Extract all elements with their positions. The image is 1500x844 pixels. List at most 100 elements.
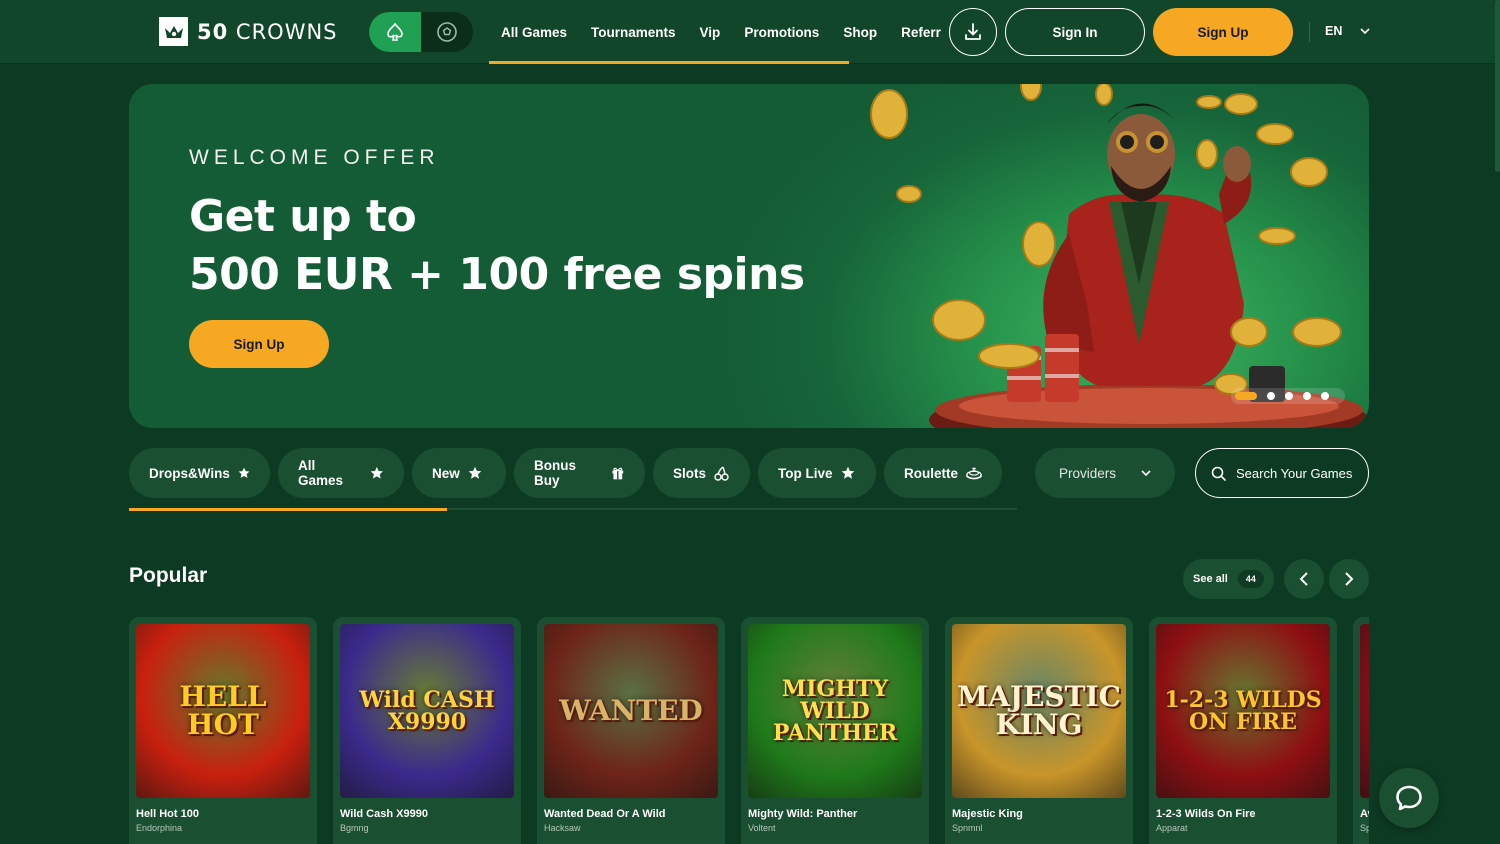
game-provider: Spnmnl (952, 823, 983, 833)
game-search-field[interactable]: Search Your Games (1195, 448, 1369, 498)
logo[interactable]: 50 CROWNS (159, 17, 338, 46)
tab-new[interactable]: New (412, 448, 506, 498)
sign-up-button[interactable]: Sign Up (1153, 8, 1293, 56)
tab-top-live[interactable]: Top Live (758, 448, 876, 498)
tab-label: All Games (298, 458, 344, 488)
banner-title-line-1: Get up to (189, 191, 417, 242)
game-card[interactable]: WANTED Wanted Dead Or A Wild Hacksaw (537, 617, 725, 844)
tab-slots[interactable]: Slots (653, 448, 750, 498)
game-provider: Bgmng (340, 823, 369, 833)
game-logo-art: 1-2-3 WILDS ON FIRE (1164, 687, 1322, 735)
see-all-button[interactable]: See all 44 (1183, 559, 1274, 599)
spade-icon (387, 22, 403, 41)
tab-drops-wins[interactable]: Drops&Wins (129, 448, 270, 498)
carousel-next-button[interactable] (1329, 559, 1369, 599)
soccer-ball-icon (437, 22, 457, 42)
game-card[interactable]: HELL HOT Hell Hot 100 Endorphina (129, 617, 317, 844)
chevron-left-icon (1299, 572, 1308, 586)
tab-label: Bonus Buy (534, 458, 576, 488)
tab-all-games[interactable]: All Games (278, 448, 404, 498)
game-title: Aviator (1360, 808, 1369, 820)
banner-slider-dots (1231, 388, 1345, 404)
game-provider: Spribe (1360, 823, 1369, 833)
nav-tournaments[interactable]: Tournaments (591, 25, 676, 40)
game-thumbnail[interactable]: MIGHTY WILD PANTHER (748, 624, 922, 798)
tab-label: New (432, 465, 460, 481)
game-card[interactable]: MIGHTY WILD PANTHER Mighty Wild: Panther V… (741, 617, 929, 844)
banner-title: Get up to 500 EUR + 100 free spins (189, 188, 805, 304)
slider-dot-3[interactable] (1285, 392, 1293, 400)
banner-sign-up-button[interactable]: Sign Up (189, 320, 329, 368)
welcome-banner: WELCOME OFFER Get up to 500 EUR + 100 fr… (129, 84, 1369, 428)
game-thumbnail[interactable]: 1-2-3 WILDS ON FIRE (1156, 624, 1330, 798)
banner-character-illustration (870, 84, 1369, 428)
slider-dot-1[interactable] (1235, 392, 1257, 400)
game-provider: Voltent (748, 823, 776, 833)
download-app-button[interactable] (949, 8, 997, 56)
top-header: 50 CROWNS All Games Tournaments Vip Prom… (0, 0, 1500, 64)
star-icon (468, 466, 482, 479)
games-count-badge: 44 (1237, 570, 1264, 588)
divider (1309, 22, 1310, 42)
page-scrollbar[interactable] (1495, 0, 1500, 172)
chevron-right-icon (1345, 572, 1354, 586)
game-card[interactable]: Aviator Spribe (1353, 617, 1369, 844)
see-all-label: See all (1193, 573, 1228, 585)
game-thumbnail[interactable]: WANTED (544, 624, 718, 798)
category-tabs: Drops&Wins All Games New Bonus Buy Slots… (129, 448, 1002, 498)
tab-label: Slots (673, 465, 707, 481)
logo-word: CROWNS (235, 19, 338, 44)
game-logo-art: MIGHTY WILD PANTHER (772, 676, 898, 746)
cherry-icon (714, 465, 729, 481)
providers-label: Providers (1059, 465, 1117, 481)
game-logo-art: WANTED (559, 694, 703, 727)
category-scroll-indicator[interactable] (129, 508, 447, 511)
nav-vip[interactable]: Vip (700, 25, 721, 40)
game-card[interactable]: MAJESTIC KING Majestic King Spnmnl (945, 617, 1133, 844)
sports-mode-button[interactable] (421, 12, 473, 52)
logo-number: 50 (197, 19, 229, 44)
roulette-icon (966, 467, 982, 480)
star-icon (238, 467, 250, 478)
game-title: Wanted Dead Or A Wild (544, 808, 666, 820)
game-thumbnail[interactable] (1360, 624, 1369, 798)
game-card[interactable]: 1-2-3 WILDS ON FIRE 1-2-3 Wilds On Fire Ap… (1149, 617, 1337, 844)
main-nav: All Games Tournaments Vip Promotions Sho… (489, 0, 941, 64)
slider-dot-5[interactable] (1321, 392, 1329, 400)
gift-icon (612, 467, 624, 480)
casino-sports-toggle (369, 12, 473, 52)
game-provider: Endorphina (136, 823, 183, 833)
game-card[interactable]: Wild CASH X9990 Wild Cash X9990 Bgmng (333, 617, 521, 844)
casino-mode-button[interactable] (369, 12, 421, 52)
language-selector[interactable]: EN (1325, 24, 1370, 38)
language-code: EN (1325, 24, 1343, 38)
search-placeholder: Search Your Games (1236, 465, 1353, 481)
chat-bubble-icon (1396, 785, 1422, 811)
nav-shop[interactable]: Shop (843, 25, 877, 40)
sign-in-button[interactable]: Sign In (1005, 8, 1145, 56)
star-icon (371, 466, 384, 479)
slider-dot-2[interactable] (1267, 392, 1275, 400)
game-thumbnail[interactable]: Wild CASH X9990 (340, 624, 514, 798)
chevron-down-icon (1141, 470, 1151, 476)
game-logo-art: Wild CASH X9990 (359, 687, 495, 735)
tab-roulette[interactable]: Roulette (884, 448, 1002, 498)
slider-dot-4[interactable] (1303, 392, 1311, 400)
tab-label: Top Live (778, 465, 833, 481)
nav-all-games[interactable]: All Games (501, 25, 567, 40)
game-thumbnail[interactable]: MAJESTIC KING (952, 624, 1126, 798)
nav-referral[interactable]: Referral (901, 25, 941, 40)
providers-dropdown[interactable]: Providers (1035, 448, 1175, 498)
tab-label: Roulette (904, 465, 958, 481)
live-chat-button[interactable] (1379, 768, 1439, 828)
game-title: 1-2-3 Wilds On Fire (1156, 808, 1256, 820)
nav-promotions[interactable]: Promotions (744, 25, 819, 40)
game-logo-art: MAJESTIC KING (957, 680, 1121, 741)
tab-label: Drops&Wins (149, 465, 230, 481)
star-icon (841, 466, 854, 479)
tab-bonus-buy[interactable]: Bonus Buy (514, 448, 645, 498)
game-provider: Hacksaw (544, 823, 581, 833)
game-thumbnail[interactable]: HELL HOT (136, 624, 310, 798)
carousel-prev-button[interactable] (1284, 559, 1324, 599)
game-title: Mighty Wild: Panther (748, 808, 858, 820)
